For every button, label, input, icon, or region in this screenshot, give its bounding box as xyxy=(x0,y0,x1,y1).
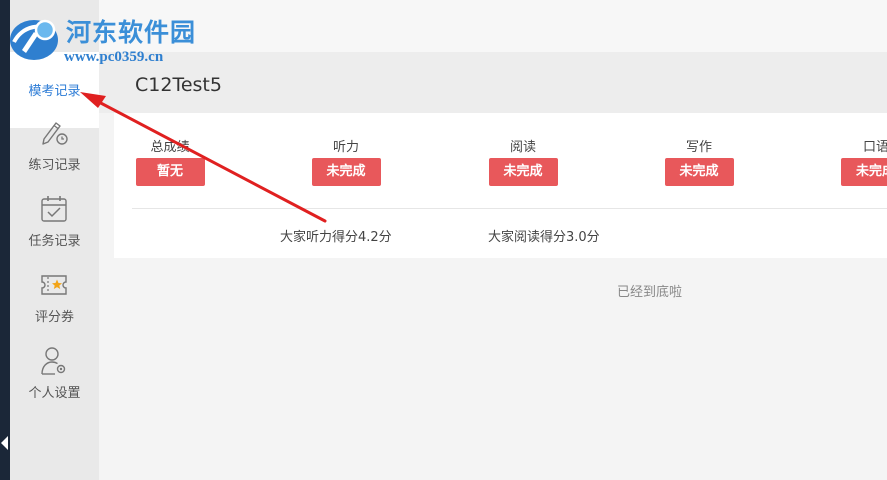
star-ticket-icon xyxy=(41,275,67,295)
score-column-total: 总成绩 暂无 xyxy=(110,139,230,186)
watermark: 河东软件园 www.pc0359.cn xyxy=(4,8,214,70)
user-settings-icon xyxy=(41,347,66,375)
top-bar xyxy=(99,0,887,52)
score-column-writing: 写作 未完成 xyxy=(639,139,759,186)
sidebar-item-personal-settings[interactable]: 个人设置 xyxy=(10,341,99,417)
score-card: 总成绩 暂无 听力 未完成 阅读 未完成 写作 未完成 口语 未完成 大家听力得… xyxy=(114,113,887,258)
score-column-title: 总成绩 xyxy=(150,140,190,155)
page-title: C12Test5 xyxy=(135,74,222,96)
collapse-arrow-icon[interactable] xyxy=(1,436,8,450)
score-column-title: 口语 xyxy=(863,140,887,155)
watermark-url: www.pc0359.cn xyxy=(64,49,164,65)
score-column-title: 阅读 xyxy=(509,140,536,155)
score-column-listening: 听力 未完成 xyxy=(286,139,406,186)
status-badge[interactable]: 未完成 xyxy=(664,158,734,186)
score-column-reading: 阅读 未完成 xyxy=(463,139,583,186)
calendar-check-icon xyxy=(41,196,67,222)
end-of-list-text: 已经到底啦 xyxy=(617,285,683,300)
score-column-title: 听力 xyxy=(332,140,359,155)
page-header: C12Test5 xyxy=(99,52,887,113)
sidebar-item-label: 练习记录 xyxy=(28,158,81,173)
status-badge[interactable]: 未完成 xyxy=(841,158,887,186)
score-column-speaking: 口语 未完成 xyxy=(816,139,887,186)
listening-average-text: 大家听力得分4.2分 xyxy=(280,230,392,245)
status-badge[interactable]: 暂无 xyxy=(135,158,205,186)
sidebar-item-label: 任务记录 xyxy=(28,234,81,249)
left-edge-bar xyxy=(0,0,10,480)
watermark-title: 河东软件园 xyxy=(66,18,197,47)
sidebar-item-label: 模考记录 xyxy=(28,84,81,99)
app-window: 模考记录 练习记录 任务记录 评分券 个人设置 C12Test5 总成绩 暂无 … xyxy=(0,0,887,480)
status-badge[interactable]: 未完成 xyxy=(488,158,558,186)
sidebar-item-task-records[interactable]: 任务记录 xyxy=(10,189,99,265)
site-logo-icon xyxy=(10,19,58,60)
sidebar-item-score-vouchers[interactable]: 评分券 xyxy=(10,265,99,341)
sidebar-item-label: 个人设置 xyxy=(28,386,81,401)
sidebar: 模考记录 练习记录 任务记录 评分券 个人设置 xyxy=(10,0,99,480)
status-badge[interactable]: 未完成 xyxy=(311,158,381,186)
sidebar-item-practice-records[interactable]: 练习记录 xyxy=(10,113,99,189)
sidebar-item-label: 评分券 xyxy=(34,310,74,325)
score-column-title: 写作 xyxy=(685,140,712,155)
divider xyxy=(132,208,887,209)
pencil-clock-icon xyxy=(42,122,68,145)
reading-average-text: 大家阅读得分3.0分 xyxy=(488,230,600,245)
